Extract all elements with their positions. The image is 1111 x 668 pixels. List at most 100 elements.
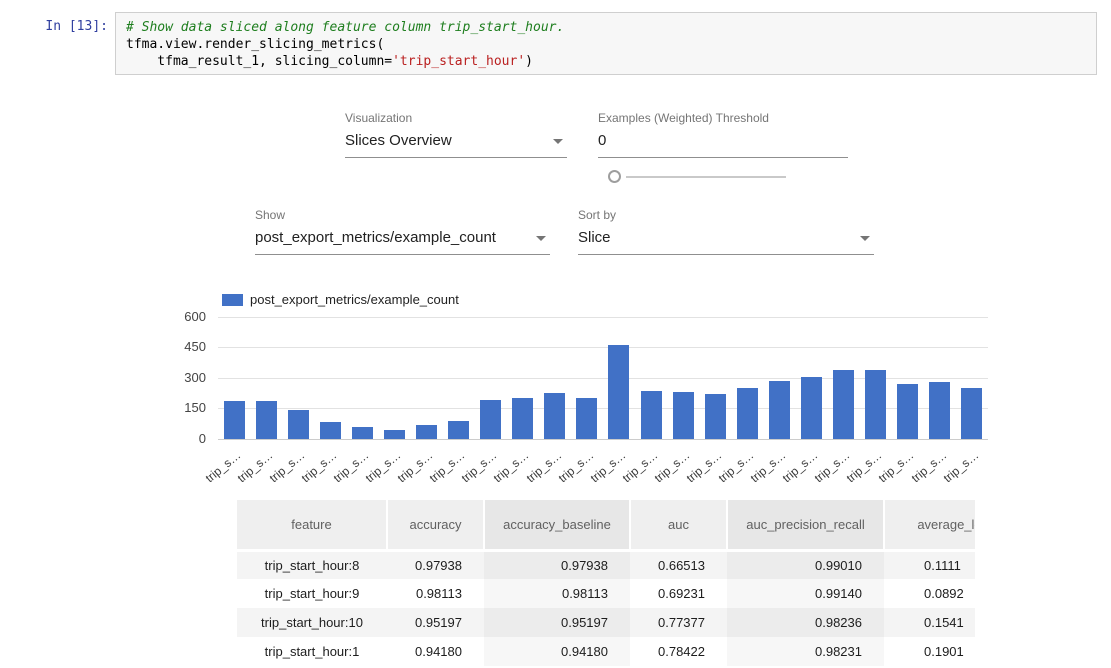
- x-axis-label: trip_s…: [780, 448, 821, 485]
- metrics-table-body: trip_start_hour:80.979380.979380.665130.…: [237, 550, 975, 666]
- metric-cell: 0.98231: [727, 637, 884, 666]
- y-tick-label: 150: [160, 400, 206, 416]
- threshold-field: Examples (Weighted) Threshold: [598, 111, 848, 158]
- legend-swatch: [222, 294, 243, 306]
- metric-cell: 0.98113: [484, 579, 630, 608]
- code-line: ): [525, 54, 533, 69]
- metric-cell: 0.99140: [727, 579, 884, 608]
- bar[interactable]: [705, 394, 726, 439]
- y-tick-label: 600: [160, 309, 206, 325]
- x-axis-label: trip_s…: [619, 448, 660, 485]
- bar[interactable]: [320, 422, 341, 439]
- bar[interactable]: [897, 384, 918, 439]
- sort-by-field: Sort by Slice: [578, 208, 874, 255]
- bar[interactable]: [352, 427, 373, 439]
- bar[interactable]: [769, 381, 790, 439]
- x-axis-label: trip_s…: [299, 448, 340, 485]
- x-axis-labels: trip_s…trip_s…trip_s…trip_s…trip_s…trip_…: [218, 443, 988, 477]
- visualization-dropdown[interactable]: Slices Overview: [345, 129, 567, 158]
- bar[interactable]: [288, 410, 309, 440]
- column-header[interactable]: auc_precision_recall: [727, 500, 884, 550]
- sort-by-label: Sort by: [578, 208, 874, 222]
- metric-cell: 0.98236: [727, 608, 884, 637]
- metric-cell: 0.95197: [387, 608, 484, 637]
- show-label: Show: [255, 208, 550, 222]
- threshold-input[interactable]: [598, 131, 848, 151]
- slider-track[interactable]: [626, 176, 786, 178]
- feature-cell: trip_start_hour:10: [237, 608, 387, 637]
- bar[interactable]: [256, 401, 277, 439]
- feature-cell: trip_start_hour:8: [237, 550, 387, 579]
- sort-by-dropdown[interactable]: Slice: [578, 226, 874, 255]
- metric-cell: 0.99010: [727, 550, 884, 579]
- x-axis-label: trip_s…: [555, 448, 596, 485]
- bar[interactable]: [961, 388, 982, 439]
- bar[interactable]: [929, 382, 950, 439]
- cell-prompt: In [13]:: [24, 19, 108, 34]
- show-dropdown[interactable]: post_export_metrics/example_count: [255, 226, 550, 255]
- x-axis-label: trip_s…: [523, 448, 564, 485]
- x-axis-label: trip_s…: [459, 448, 500, 485]
- bar[interactable]: [544, 393, 565, 439]
- x-axis-label: trip_s…: [395, 448, 436, 485]
- metric-cell: 0.95197: [484, 608, 630, 637]
- code-cell[interactable]: # Show data sliced along feature column …: [115, 12, 1097, 75]
- metric-cell: 0.1541: [884, 608, 975, 637]
- x-axis-label: trip_s…: [234, 448, 275, 485]
- bar-group: [218, 317, 988, 439]
- y-tick-label: 0: [160, 431, 206, 447]
- table-row: trip_start_hour:80.979380.979380.665130.…: [237, 550, 975, 579]
- visualization-label: Visualization: [345, 111, 567, 125]
- x-axis-label: trip_s…: [363, 448, 404, 485]
- column-header[interactable]: feature: [237, 500, 387, 550]
- column-header[interactable]: accuracy: [387, 500, 484, 550]
- bar[interactable]: [801, 377, 822, 439]
- metric-cell: 0.94180: [387, 637, 484, 666]
- metric-cell: 0.69231: [630, 579, 727, 608]
- bar[interactable]: [737, 388, 758, 439]
- threshold-input-wrap: [598, 129, 848, 158]
- x-axis-label: trip_s…: [202, 448, 243, 485]
- x-axis-label: trip_s…: [876, 448, 917, 485]
- chevron-down-icon[interactable]: [860, 236, 870, 241]
- metrics-table: featureaccuracyaccuracy_baselineaucauc_p…: [237, 500, 975, 666]
- metric-cell: 0.0892: [884, 579, 975, 608]
- table-row: trip_start_hour:90.981130.981130.692310.…: [237, 579, 975, 608]
- x-axis-label: trip_s…: [331, 448, 372, 485]
- bar[interactable]: [641, 391, 662, 439]
- chevron-down-icon[interactable]: [536, 236, 546, 241]
- x-axis-label: trip_s…: [684, 448, 725, 485]
- visualization-field: Visualization Slices Overview: [345, 111, 567, 158]
- x-axis-label: trip_s…: [748, 448, 789, 485]
- bar[interactable]: [673, 392, 694, 439]
- code-comment: # Show data sliced along feature column …: [126, 20, 564, 35]
- metric-cell: 0.1901: [884, 637, 975, 666]
- bar[interactable]: [833, 370, 854, 439]
- bar[interactable]: [416, 425, 437, 439]
- x-axis-label: trip_s…: [427, 448, 468, 485]
- bar[interactable]: [384, 430, 405, 439]
- threshold-slider[interactable]: [608, 170, 786, 185]
- slider-knob[interactable]: [608, 170, 621, 183]
- bar[interactable]: [512, 398, 533, 439]
- x-axis-label: trip_s…: [652, 448, 693, 485]
- column-header[interactable]: auc: [630, 500, 727, 550]
- metric-cell: 0.1111: [884, 550, 975, 579]
- bar[interactable]: [576, 398, 597, 439]
- metrics-table-head-row: featureaccuracyaccuracy_baselineaucauc_p…: [237, 500, 975, 550]
- y-tick-label: 300: [160, 370, 206, 386]
- column-header[interactable]: average_loss: [884, 500, 975, 550]
- show-field: Show post_export_metrics/example_count: [255, 208, 550, 255]
- x-axis-label: trip_s…: [716, 448, 757, 485]
- metric-cell: 0.94180: [484, 637, 630, 666]
- column-header[interactable]: accuracy_baseline: [484, 500, 630, 550]
- bar[interactable]: [608, 345, 629, 440]
- metric-cell: 0.77377: [630, 608, 727, 637]
- chevron-down-icon[interactable]: [553, 139, 563, 144]
- code-string: 'trip_start_hour': [392, 54, 525, 69]
- x-axis-label: trip_s…: [491, 448, 532, 485]
- bar[interactable]: [865, 370, 886, 439]
- bar[interactable]: [224, 401, 245, 439]
- bar[interactable]: [480, 400, 501, 439]
- bar[interactable]: [448, 421, 469, 439]
